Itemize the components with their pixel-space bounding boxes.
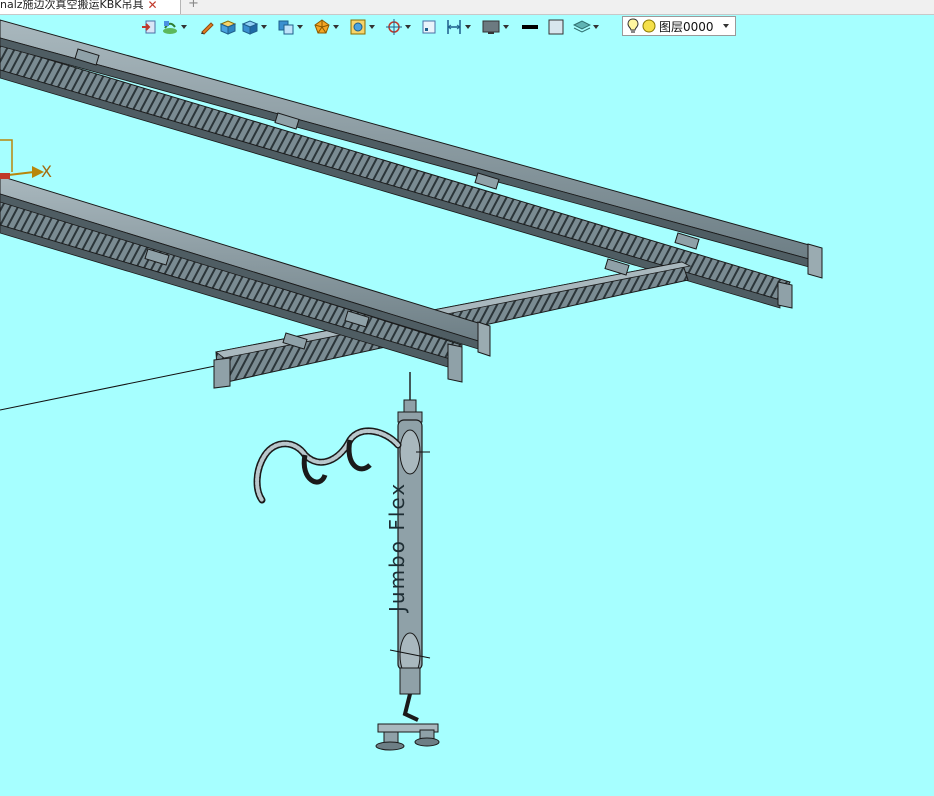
3d-viewport[interactable]: X Jumbo Flex bbox=[0, 15, 934, 796]
x-axis-label: X bbox=[41, 162, 52, 181]
brand-label: Jumbo Flex bbox=[385, 482, 409, 614]
document-tab[interactable]: nalz施边次真空搬运KBK吊具 ✕ bbox=[0, 0, 181, 14]
axis-triad: X bbox=[0, 139, 52, 181]
add-tab-button[interactable]: + bbox=[188, 0, 199, 11]
close-icon[interactable]: ✕ bbox=[148, 0, 158, 12]
beam-near-upper[interactable] bbox=[0, 175, 491, 357]
document-tab-title: nalz施边次真空搬运KBK吊具 bbox=[0, 0, 144, 11]
vacuum-lifter[interactable]: Jumbo Flex bbox=[253, 372, 440, 751]
vacuum-hose bbox=[253, 427, 402, 504]
document-tab-bar: nalz施边次真空搬运KBK吊具 ✕ + bbox=[0, 0, 934, 15]
suction-gripper[interactable] bbox=[375, 723, 440, 751]
reference-line bbox=[0, 364, 221, 411]
